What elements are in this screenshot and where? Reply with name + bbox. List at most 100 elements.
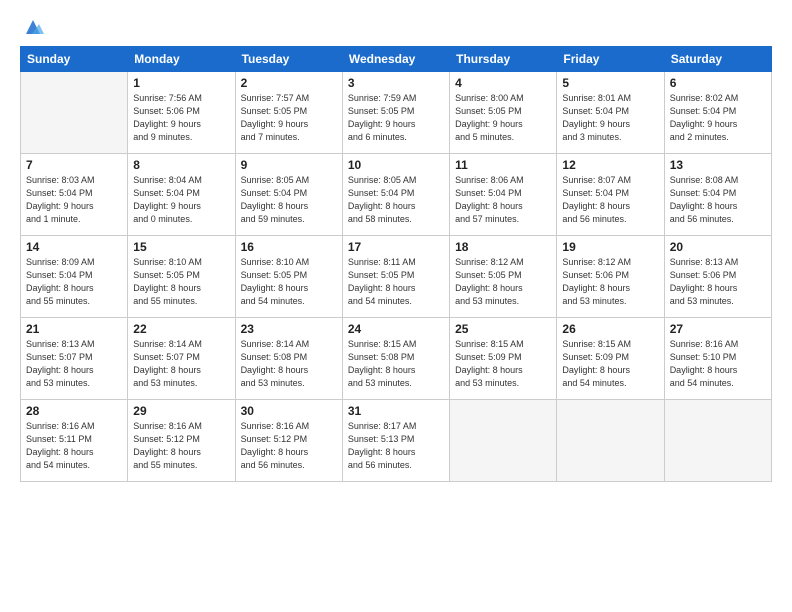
calendar-cell: 12 Sunrise: 8:07 AM Sunset: 5:04 PM Dayli… [557,154,664,236]
day-number: 10 [348,158,444,172]
calendar-week-1: 1 Sunrise: 7:56 AM Sunset: 5:06 PM Daylig… [21,72,772,154]
day-info: Sunrise: 8:13 AM Sunset: 5:06 PM Dayligh… [670,256,766,308]
day-number: 30 [241,404,337,418]
calendar-cell: 8 Sunrise: 8:04 AM Sunset: 5:04 PM Daylig… [128,154,235,236]
calendar-cell: 31Sunrise: 8:17 AM Sunset: 5:13 PM Dayli… [342,400,449,482]
day-info: Sunrise: 8:15 AM Sunset: 5:08 PM Dayligh… [348,338,444,390]
day-info: Sunrise: 8:16 AM Sunset: 5:11 PM Dayligh… [26,420,122,472]
calendar-cell: 27Sunrise: 8:16 AM Sunset: 5:10 PM Dayli… [664,318,771,400]
calendar-cell: 9 Sunrise: 8:05 AM Sunset: 5:04 PM Daylig… [235,154,342,236]
day-info: Sunrise: 7:59 AM Sunset: 5:05 PM Dayligh… [348,92,444,144]
day-info: Sunrise: 8:15 AM Sunset: 5:09 PM Dayligh… [455,338,551,390]
page: SundayMondayTuesdayWednesdayThursdayFrid… [0,0,792,612]
header [20,18,772,38]
calendar-cell: 29Sunrise: 8:16 AM Sunset: 5:12 PM Dayli… [128,400,235,482]
calendar-cell: 24 Sunrise: 8:15 AM Sunset: 5:08 PM Dayli… [342,318,449,400]
calendar-cell: 3Sunrise: 7:59 AM Sunset: 5:05 PM Daylig… [342,72,449,154]
calendar-cell: 4Sunrise: 8:00 AM Sunset: 5:05 PM Daylig… [450,72,557,154]
calendar-week-4: 21 Sunrise: 8:13 AM Sunset: 5:07 PM Dayli… [21,318,772,400]
day-info: Sunrise: 7:57 AM Sunset: 5:05 PM Dayligh… [241,92,337,144]
day-info: Sunrise: 8:01 AM Sunset: 5:04 PM Dayligh… [562,92,658,144]
day-number: 12 [562,158,658,172]
calendar-cell: 1 Sunrise: 7:56 AM Sunset: 5:06 PM Daylig… [128,72,235,154]
calendar-header-friday: Friday [557,47,664,72]
day-info: Sunrise: 8:09 AM Sunset: 5:04 PM Dayligh… [26,256,122,308]
day-number: 14 [26,240,122,254]
day-number: 8 [133,158,229,172]
day-number: 1 [133,76,229,90]
calendar-cell: 30Sunrise: 8:16 AM Sunset: 5:12 PM Dayli… [235,400,342,482]
logo [20,18,44,38]
day-info: Sunrise: 8:10 AM Sunset: 5:05 PM Dayligh… [133,256,229,308]
day-number: 22 [133,322,229,336]
calendar-header-sunday: Sunday [21,47,128,72]
day-info: Sunrise: 8:16 AM Sunset: 5:12 PM Dayligh… [133,420,229,472]
day-info: Sunrise: 7:56 AM Sunset: 5:06 PM Dayligh… [133,92,229,144]
day-number: 27 [670,322,766,336]
calendar-cell: 13 Sunrise: 8:08 AM Sunset: 5:04 PM Dayli… [664,154,771,236]
calendar-header-row: SundayMondayTuesdayWednesdayThursdayFrid… [21,47,772,72]
calendar-cell: 16 Sunrise: 8:10 AM Sunset: 5:05 PM Dayli… [235,236,342,318]
logo-icon [22,16,44,38]
calendar-cell: 2 Sunrise: 7:57 AM Sunset: 5:05 PM Daylig… [235,72,342,154]
calendar-header-wednesday: Wednesday [342,47,449,72]
day-number: 28 [26,404,122,418]
day-number: 25 [455,322,551,336]
calendar-header-saturday: Saturday [664,47,771,72]
calendar: SundayMondayTuesdayWednesdayThursdayFrid… [20,46,772,482]
calendar-week-3: 14 Sunrise: 8:09 AM Sunset: 5:04 PM Dayli… [21,236,772,318]
calendar-cell: 6Sunrise: 8:02 AM Sunset: 5:04 PM Daylig… [664,72,771,154]
day-number: 26 [562,322,658,336]
calendar-cell: 19 Sunrise: 8:12 AM Sunset: 5:06 PM Dayli… [557,236,664,318]
day-info: Sunrise: 8:05 AM Sunset: 5:04 PM Dayligh… [241,174,337,226]
day-info: Sunrise: 8:12 AM Sunset: 5:05 PM Dayligh… [455,256,551,308]
day-number: 5 [562,76,658,90]
calendar-cell [557,400,664,482]
day-info: Sunrise: 8:12 AM Sunset: 5:06 PM Dayligh… [562,256,658,308]
calendar-cell: 11 Sunrise: 8:06 AM Sunset: 5:04 PM Dayli… [450,154,557,236]
calendar-header-tuesday: Tuesday [235,47,342,72]
day-info: Sunrise: 8:17 AM Sunset: 5:13 PM Dayligh… [348,420,444,472]
day-number: 24 [348,322,444,336]
day-number: 13 [670,158,766,172]
calendar-header-monday: Monday [128,47,235,72]
day-info: Sunrise: 8:13 AM Sunset: 5:07 PM Dayligh… [26,338,122,390]
day-info: Sunrise: 8:10 AM Sunset: 5:05 PM Dayligh… [241,256,337,308]
calendar-cell: 26 Sunrise: 8:15 AM Sunset: 5:09 PM Dayli… [557,318,664,400]
calendar-cell: 25 Sunrise: 8:15 AM Sunset: 5:09 PM Dayli… [450,318,557,400]
day-number: 20 [670,240,766,254]
calendar-cell [21,72,128,154]
day-info: Sunrise: 8:08 AM Sunset: 5:04 PM Dayligh… [670,174,766,226]
calendar-cell: 21 Sunrise: 8:13 AM Sunset: 5:07 PM Dayli… [21,318,128,400]
day-number: 16 [241,240,337,254]
day-number: 15 [133,240,229,254]
day-info: Sunrise: 8:00 AM Sunset: 5:05 PM Dayligh… [455,92,551,144]
day-number: 9 [241,158,337,172]
calendar-cell: 5 Sunrise: 8:01 AM Sunset: 5:04 PM Daylig… [557,72,664,154]
calendar-header-thursday: Thursday [450,47,557,72]
day-number: 2 [241,76,337,90]
day-info: Sunrise: 8:04 AM Sunset: 5:04 PM Dayligh… [133,174,229,226]
calendar-cell: 22 Sunrise: 8:14 AM Sunset: 5:07 PM Dayli… [128,318,235,400]
day-info: Sunrise: 8:05 AM Sunset: 5:04 PM Dayligh… [348,174,444,226]
day-number: 21 [26,322,122,336]
calendar-cell: 28 Sunrise: 8:16 AM Sunset: 5:11 PM Dayli… [21,400,128,482]
calendar-cell: 18Sunrise: 8:12 AM Sunset: 5:05 PM Dayli… [450,236,557,318]
calendar-cell: 7Sunrise: 8:03 AM Sunset: 5:04 PM Daylig… [21,154,128,236]
calendar-cell: 15 Sunrise: 8:10 AM Sunset: 5:05 PM Dayli… [128,236,235,318]
calendar-week-5: 28 Sunrise: 8:16 AM Sunset: 5:11 PM Dayli… [21,400,772,482]
calendar-cell [664,400,771,482]
day-info: Sunrise: 8:06 AM Sunset: 5:04 PM Dayligh… [455,174,551,226]
calendar-cell: 14 Sunrise: 8:09 AM Sunset: 5:04 PM Dayli… [21,236,128,318]
calendar-week-2: 7Sunrise: 8:03 AM Sunset: 5:04 PM Daylig… [21,154,772,236]
calendar-cell: 20 Sunrise: 8:13 AM Sunset: 5:06 PM Dayli… [664,236,771,318]
day-number: 19 [562,240,658,254]
day-info: Sunrise: 8:14 AM Sunset: 5:08 PM Dayligh… [241,338,337,390]
day-info: Sunrise: 8:15 AM Sunset: 5:09 PM Dayligh… [562,338,658,390]
day-number: 17 [348,240,444,254]
day-number: 11 [455,158,551,172]
calendar-cell: 23 Sunrise: 8:14 AM Sunset: 5:08 PM Dayli… [235,318,342,400]
day-info: Sunrise: 8:07 AM Sunset: 5:04 PM Dayligh… [562,174,658,226]
day-number: 23 [241,322,337,336]
day-info: Sunrise: 8:14 AM Sunset: 5:07 PM Dayligh… [133,338,229,390]
